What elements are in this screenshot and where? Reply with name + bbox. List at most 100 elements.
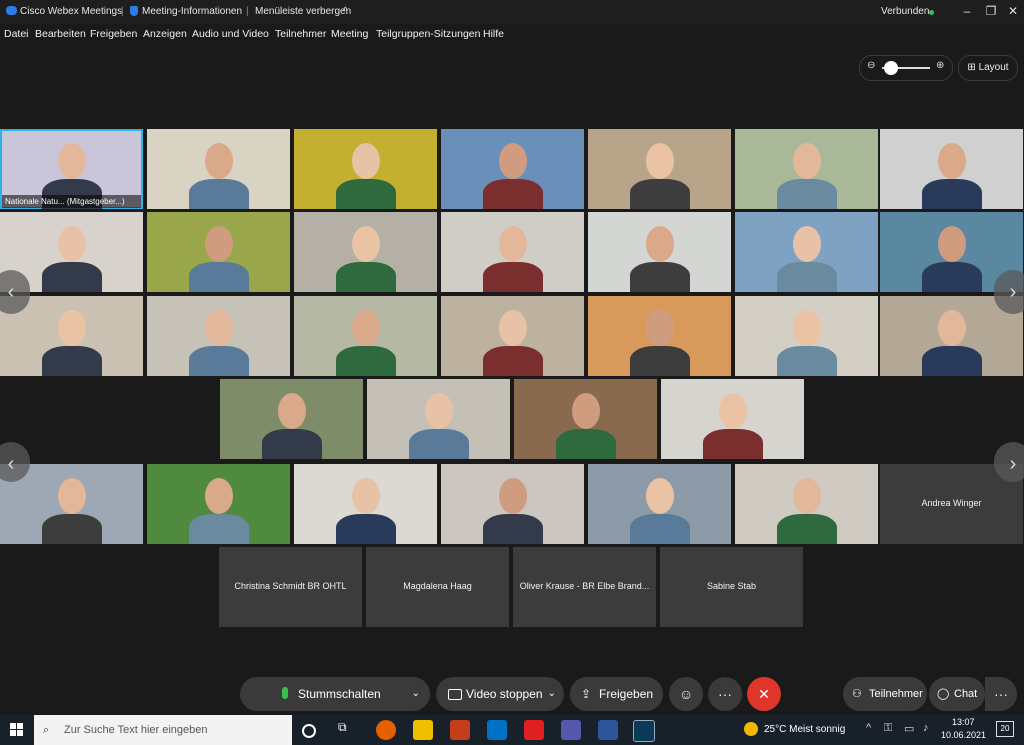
weather-text[interactable]: 25°C Meist sonnig <box>764 724 845 735</box>
participant-silhouette <box>630 179 690 209</box>
participant-video-tile[interactable] <box>294 296 437 376</box>
hide-menu-button[interactable]: Menüleiste verbergen <box>255 6 351 17</box>
firefox-icon[interactable] <box>376 720 396 740</box>
participant-video-tile[interactable] <box>735 296 878 376</box>
participant-tile-name-only[interactable]: Oliver Krause - BR Elbe Brand... <box>513 547 656 627</box>
participant-video-tile[interactable] <box>147 212 290 292</box>
more-options-icon[interactable]: ··· <box>708 677 742 711</box>
participant-video-tile[interactable] <box>880 129 1023 209</box>
powerpoint-icon[interactable] <box>450 720 470 740</box>
minimize-icon[interactable]: – <box>960 4 974 18</box>
participant-video-tile[interactable] <box>294 129 437 209</box>
network-icon[interactable]: ⚿ <box>884 722 892 735</box>
participant-tile-name-only[interactable]: Christina Schmidt BR OHTL <box>219 547 362 627</box>
participant-silhouette <box>42 346 102 376</box>
participant-name-label: Nationale Natu... (Mitgastgeber...) <box>2 195 141 208</box>
participant-video-tile[interactable] <box>735 212 878 292</box>
participant-face <box>58 310 86 346</box>
participant-video-tile[interactable] <box>294 464 437 544</box>
participant-video-tile[interactable] <box>441 129 584 209</box>
participant-video-tile[interactable] <box>735 129 878 209</box>
participant-video-tile[interactable] <box>661 379 804 459</box>
chat-button[interactable]: ◯ Chat <box>929 677 985 711</box>
participant-video-tile[interactable] <box>294 212 437 292</box>
word-icon[interactable] <box>598 720 618 740</box>
participant-name: Oliver Krause - BR Elbe Brand... <box>519 581 650 591</box>
microphone-icon <box>282 687 288 699</box>
menu-audio-video[interactable]: Audio und Video <box>192 28 269 40</box>
participant-video-tile[interactable] <box>367 379 510 459</box>
taskbar-search-input[interactable]: ⌕ Zur Suche Text hier eingeben <box>34 715 292 745</box>
clock-date[interactable]: 10.06.2021 <box>941 730 986 740</box>
participants-button[interactable]: ⚇ Teilnehmer <box>843 677 927 711</box>
stop-video-button[interactable]: Video stoppen ⌄ <box>436 677 564 711</box>
participant-video-tile[interactable] <box>441 296 584 376</box>
participant-video-tile[interactable] <box>588 296 731 376</box>
mute-button[interactable]: Stummschalten ⌄ <box>240 677 430 711</box>
more-panels-icon[interactable]: ··· <box>985 677 1017 711</box>
participant-tile-name-only[interactable]: Magdalena Haag <box>366 547 509 627</box>
webex-taskbar-icon[interactable] <box>633 720 655 742</box>
menu-freigeben[interactable]: Freigeben <box>90 28 137 40</box>
cortana-icon[interactable] <box>302 724 316 738</box>
menu-bearbeiten[interactable]: Bearbeiten <box>35 28 86 40</box>
menu-meeting[interactable]: Meeting <box>331 28 368 40</box>
participant-face <box>352 143 380 179</box>
participant-face <box>205 226 233 262</box>
shield-icon <box>130 6 138 16</box>
next-page-icon[interactable]: › <box>994 270 1024 314</box>
participant-face <box>58 478 86 514</box>
participant-silhouette <box>189 346 249 376</box>
zoom-out-icon[interactable]: ⊖ <box>867 60 875 71</box>
participant-video-tile[interactable] <box>147 129 290 209</box>
menu-anzeigen[interactable]: Anzeigen <box>143 28 187 40</box>
display-icon[interactable]: ▭ <box>904 722 914 735</box>
windows-start-icon[interactable] <box>10 723 23 736</box>
participant-face <box>499 226 527 262</box>
participant-video-tile[interactable] <box>588 464 731 544</box>
participant-video-tile[interactable] <box>441 464 584 544</box>
share-icon: ⇪ <box>581 687 592 701</box>
tray-chevron-up-icon[interactable]: ^ <box>866 722 871 734</box>
menu-teilnehmer[interactable]: Teilnehmer <box>275 28 326 40</box>
chevron-up-icon[interactable]: ^ <box>343 6 348 17</box>
chevron-down-icon[interactable]: ⌄ <box>548 677 556 711</box>
meeting-info-button[interactable]: Meeting-Informationen <box>142 6 242 17</box>
participant-name: Andrea Winger <box>921 498 982 508</box>
chevron-down-icon[interactable]: ⌄ <box>412 677 420 711</box>
outlook-icon[interactable] <box>487 720 507 740</box>
participant-tile-name-only[interactable]: Sabine Stab <box>660 547 803 627</box>
participant-video-tile[interactable] <box>441 212 584 292</box>
participant-video-tile[interactable] <box>735 464 878 544</box>
notification-center-icon[interactable]: 20 <box>996 721 1014 737</box>
menu-datei[interactable]: Datei <box>4 28 29 40</box>
zoom-control[interactable]: ⊖ ⊕ <box>859 55 953 81</box>
clock-time[interactable]: 13:07 <box>952 717 975 727</box>
participant-silhouette <box>630 346 690 376</box>
participant-video-tile[interactable] <box>147 464 290 544</box>
task-view-icon[interactable]: ⧉ <box>338 720 358 740</box>
participant-video-tile[interactable] <box>220 379 363 459</box>
participant-video-tile[interactable] <box>514 379 657 459</box>
file-explorer-icon[interactable] <box>413 720 433 740</box>
volume-icon[interactable]: ♪ <box>923 722 929 734</box>
maximize-icon[interactable]: ❐ <box>984 4 998 18</box>
zoom-slider-handle[interactable] <box>884 61 898 75</box>
participant-video-tile[interactable] <box>588 212 731 292</box>
teams-icon[interactable] <box>561 720 581 740</box>
acrobat-icon[interactable] <box>524 720 544 740</box>
menu-teilgruppen[interactable]: Teilgruppen-Sitzungen <box>376 28 481 40</box>
zoom-in-icon[interactable]: ⊕ <box>936 60 944 71</box>
participant-video-tile[interactable] <box>147 296 290 376</box>
participant-face <box>278 393 306 429</box>
share-button[interactable]: ⇪ Freigeben <box>570 677 663 711</box>
layout-button[interactable]: ⊞ Layout <box>958 55 1018 81</box>
end-call-icon[interactable]: ✕ <box>747 677 781 711</box>
close-icon[interactable]: ✕ <box>1006 4 1020 18</box>
menu-hilfe[interactable]: Hilfe <box>483 28 504 40</box>
participant-video-tile[interactable] <box>588 129 731 209</box>
active-speaker-tile[interactable]: Nationale Natu... (Mitgastgeber...) <box>0 129 143 209</box>
next-page-icon[interactable]: › <box>994 442 1024 482</box>
participant-silhouette <box>262 429 322 459</box>
reactions-icon[interactable]: ☺ <box>669 677 703 711</box>
